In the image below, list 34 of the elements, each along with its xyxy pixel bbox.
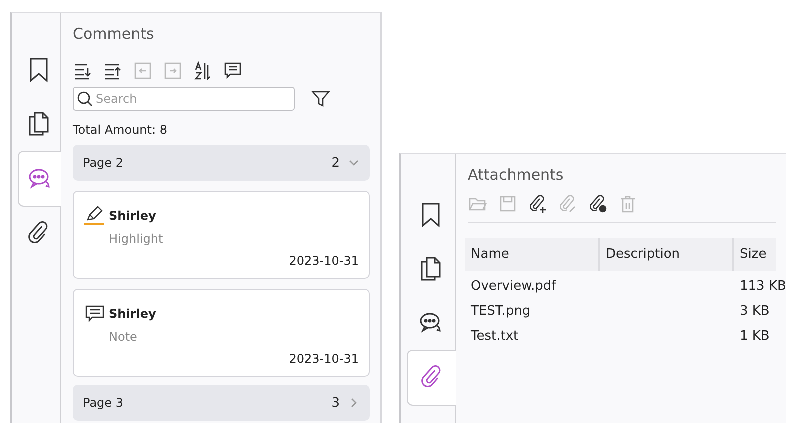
page-group-header[interactable]: Page 2 2 bbox=[73, 145, 370, 181]
pages-icon bbox=[27, 111, 51, 137]
comment-card[interactable]: Shirley Note 2023-10-31 bbox=[73, 289, 370, 377]
table-cell: TEST.png bbox=[471, 304, 531, 319]
paperclip-icon-tab[interactable] bbox=[407, 350, 456, 406]
page-group-header[interactable]: Page 3 3 bbox=[73, 385, 370, 421]
note-icon[interactable] bbox=[223, 61, 243, 81]
comment-card[interactable]: Shirley Highlight 2023-10-31 bbox=[73, 191, 370, 279]
comment-author: Shirley bbox=[109, 307, 156, 321]
table-cell: Test.txt bbox=[471, 329, 519, 344]
panel-title: Attachments bbox=[468, 166, 565, 184]
highlighter-icon bbox=[84, 206, 106, 226]
sort-icon[interactable] bbox=[193, 61, 213, 81]
attachment-properties-icon[interactable] bbox=[588, 194, 608, 214]
comment-date: 2023-10-31 bbox=[288, 352, 359, 366]
comment-type: Note bbox=[109, 330, 138, 344]
search-field[interactable]: Search bbox=[73, 87, 295, 111]
column-header[interactable]: Name bbox=[465, 238, 600, 271]
table-cell: 113 KB bbox=[740, 279, 786, 294]
comment-type: Highlight bbox=[109, 232, 164, 246]
table-cell: 3 KB bbox=[740, 304, 770, 319]
filter-icon[interactable] bbox=[311, 89, 331, 109]
total-count: Total Amount: 8 bbox=[73, 123, 168, 137]
note-icon bbox=[84, 304, 106, 324]
panel-title: Comments bbox=[73, 25, 156, 43]
comment-date: 2023-10-31 bbox=[288, 254, 359, 268]
pages-icon bbox=[419, 256, 443, 282]
search-icon bbox=[77, 91, 93, 107]
table-cell: Overview.pdf bbox=[471, 279, 556, 294]
add-attachment-icon[interactable] bbox=[528, 194, 548, 214]
comment-author: Shirley bbox=[109, 209, 156, 223]
table-cell: 1 KB bbox=[740, 329, 770, 344]
column-header[interactable]: Description bbox=[600, 238, 734, 271]
column-header[interactable]: Size bbox=[734, 238, 776, 271]
